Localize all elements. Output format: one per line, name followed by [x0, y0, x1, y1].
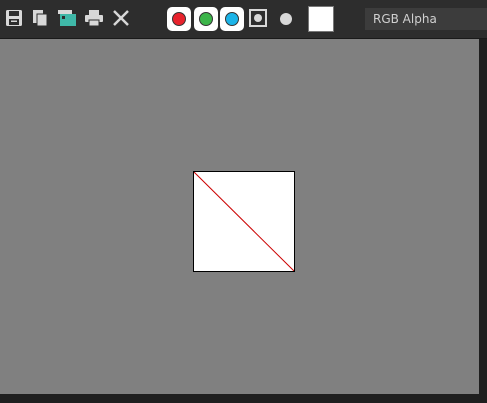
viewport-right-border: [479, 39, 487, 403]
save-icon[interactable]: [4, 8, 24, 28]
print-icon[interactable]: [84, 8, 104, 28]
toolbar: RGB Alpha: [0, 0, 487, 39]
close-icon[interactable]: [111, 8, 131, 28]
red-channel-icon: [172, 12, 186, 26]
alpha-channel-icon: [254, 14, 262, 22]
rendered-image: [193, 171, 295, 272]
blue-channel-button[interactable]: [220, 7, 244, 31]
viewport-bottom-border: [0, 394, 487, 403]
render-viewport[interactable]: [0, 39, 479, 394]
image-diagonal-line: [194, 172, 294, 271]
alpha-channel-button[interactable]: [249, 9, 267, 27]
copy-icon[interactable]: [30, 8, 50, 28]
frame-buffer-window: RGB Alpha: [0, 0, 487, 403]
color-swatch[interactable]: [308, 6, 334, 32]
monochrome-icon[interactable]: [280, 13, 292, 25]
green-channel-icon: [199, 12, 213, 26]
channel-display-select[interactable]: RGB Alpha: [365, 8, 487, 30]
clone-icon[interactable]: [57, 8, 77, 28]
red-channel-button[interactable]: [167, 7, 191, 31]
blue-channel-icon: [225, 12, 239, 26]
green-channel-button[interactable]: [194, 7, 218, 31]
